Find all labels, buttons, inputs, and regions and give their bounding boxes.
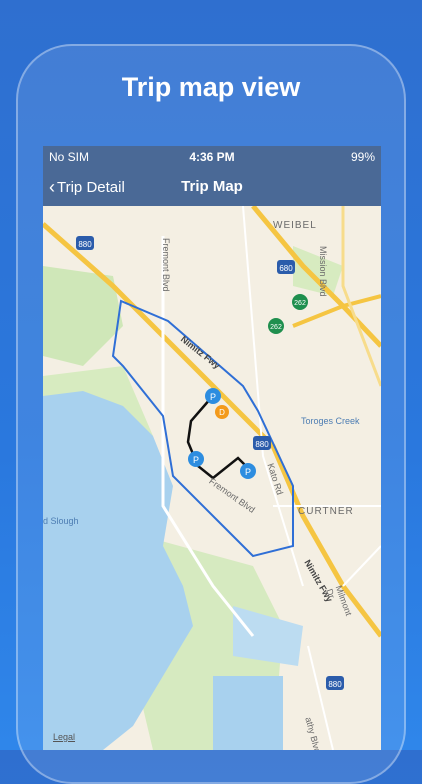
fremont-blvd-top-label: Fremont Blvd <box>161 238 171 292</box>
route-262-shield-b: 262 <box>268 318 284 334</box>
salt-pond <box>213 676 283 750</box>
parking-pin-1-label: P <box>210 392 216 402</box>
i880-bottom-label: 880 <box>328 680 342 689</box>
interstate-880-shield-mid: 880 <box>253 436 271 450</box>
parking-pin-2-label: P <box>193 455 199 465</box>
slough-label: d Slough <box>43 516 79 526</box>
status-bar: No SIM 4:36 PM 99% <box>43 146 381 168</box>
curtner-label: CURTNER <box>298 506 354 517</box>
nav-title: Trip Map <box>181 178 243 195</box>
destination-pin: D <box>215 405 229 419</box>
parking-pin-3-label: P <box>245 467 251 477</box>
trip-map[interactable]: 880 680 262 262 880 880 P D P P WEIBEL M… <box>43 204 381 750</box>
i880-top-label: 880 <box>78 240 92 249</box>
navigation-bar: ‹ Trip Detail Trip Map <box>43 168 381 206</box>
r262-a-label: 262 <box>294 300 306 307</box>
destination-pin-label: D <box>219 408 225 417</box>
toroges-creek-label: Toroges Creek <box>301 416 360 426</box>
r262-b-label: 262 <box>270 324 282 331</box>
i680-label: 680 <box>279 264 293 273</box>
phone-screen: No SIM 4:36 PM 99% ‹ Trip Detail Trip Ma… <box>43 146 381 750</box>
interstate-880-shield-bottom: 880 <box>326 676 344 690</box>
parking-pin-2: P <box>188 451 204 467</box>
route-262-shield-a: 262 <box>292 294 308 310</box>
interstate-880-shield-top: 880 <box>76 236 94 250</box>
status-time: 4:36 PM <box>189 150 235 164</box>
legal-link[interactable]: Legal <box>53 732 75 742</box>
i880-mid-label: 880 <box>255 440 269 449</box>
mission-blvd-label: Mission Blvd <box>318 246 328 297</box>
parking-pin-3: P <box>240 463 256 479</box>
parking-pin-1: P <box>205 388 221 404</box>
interstate-680-shield: 680 <box>277 260 295 274</box>
battery-label: 99% <box>350 150 375 164</box>
weibel-label: WEIBEL <box>273 220 317 231</box>
